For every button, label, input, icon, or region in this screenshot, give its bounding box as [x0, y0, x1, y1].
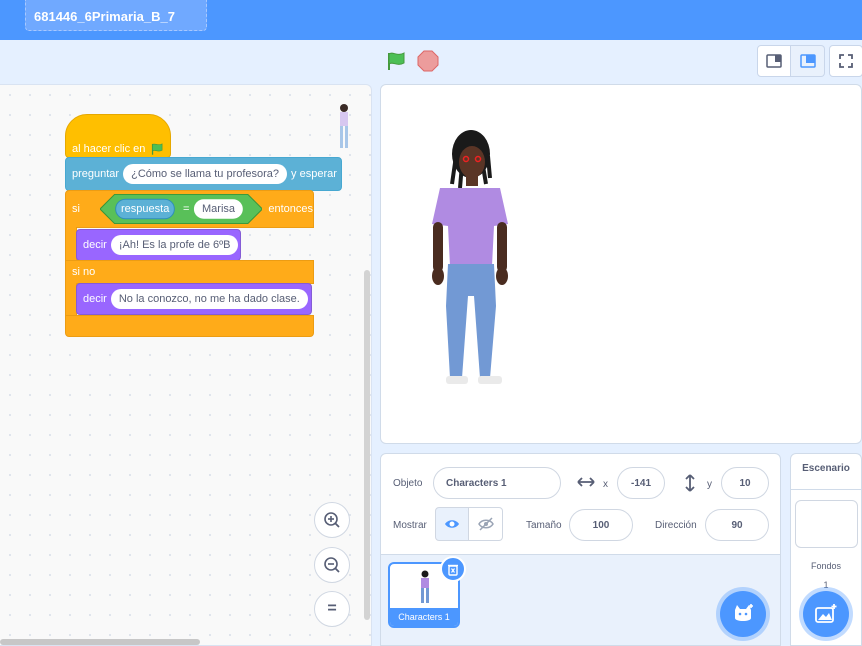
small-stage-button[interactable]: [757, 45, 791, 77]
say-then-label: decir: [83, 239, 107, 251]
zoom-out-icon: [324, 557, 340, 573]
backdrop-thumbnail[interactable]: [795, 500, 858, 548]
sprite-name-label: Objeto: [393, 478, 423, 489]
zoom-in-button[interactable]: [314, 502, 350, 538]
green-flag-icon: [388, 52, 405, 70]
direction-input[interactable]: 90: [705, 509, 769, 541]
sprite-tile-thumbnail: [421, 570, 429, 603]
sprite-tile-name: Characters 1: [390, 608, 458, 626]
if-label: si: [72, 203, 80, 215]
stage-title: Escenario: [802, 463, 850, 474]
x-arrows-icon: [577, 477, 595, 487]
then-label: entonces: [268, 203, 313, 215]
ask-question-input[interactable]: ¿Cómo se llama tu profesora?: [123, 164, 288, 184]
stop-button[interactable]: [417, 50, 439, 72]
image-plus-icon: [815, 604, 837, 623]
visibility-toggle: [435, 507, 503, 541]
zoom-in-icon: [324, 512, 340, 528]
project-title-input[interactable]: 681446_6Primaria_B_7: [25, 0, 207, 31]
when-flag-clicked-label: al hacer clic en: [72, 143, 146, 155]
y-position-input[interactable]: 10: [721, 467, 769, 499]
code-horizontal-scrollbar[interactable]: [0, 639, 200, 645]
cat-plus-icon: [735, 604, 753, 621]
add-backdrop-button[interactable]: [803, 591, 849, 637]
green-flag-icon: [152, 143, 163, 155]
size-input[interactable]: 100: [569, 509, 633, 541]
ask-and-wait-block[interactable]: preguntar ¿Cómo se llama tu profesora? y…: [65, 157, 342, 191]
sprite-name-input[interactable]: Characters 1: [433, 467, 561, 499]
y-arrows-icon: [685, 474, 695, 492]
eye-icon: [445, 520, 459, 528]
size-label: Tamaño: [526, 520, 562, 531]
fullscreen-button[interactable]: [829, 45, 862, 77]
add-sprite-button[interactable]: [720, 591, 766, 637]
say-block-then[interactable]: decir ¡Ah! Es la profe de 6ºB: [76, 229, 241, 261]
show-sprite-button[interactable]: [435, 507, 469, 541]
show-label: Mostrar: [393, 520, 427, 531]
backdrops-count: 1: [823, 580, 829, 590]
stage-layout-controls: [757, 45, 862, 77]
character-sprite[interactable]: [422, 126, 518, 386]
direction-label: Dirección: [655, 520, 697, 531]
trash-icon: [448, 564, 458, 576]
zoom-reset-button[interactable]: =: [314, 591, 350, 627]
if-else-block[interactable]: si entonces: [65, 190, 314, 228]
equals-sign: =: [183, 203, 190, 215]
stop-icon: [417, 50, 439, 72]
y-label: y: [707, 479, 712, 490]
normal-stage-icon: [799, 54, 816, 68]
delete-sprite-button[interactable]: [440, 556, 466, 582]
ask-suffix-label: y esperar: [291, 168, 337, 180]
when-flag-clicked-block[interactable]: al hacer clic en: [65, 114, 171, 158]
say-then-input[interactable]: ¡Ah! Es la profe de 6ºB: [110, 235, 239, 255]
eye-slash-icon: [477, 517, 494, 531]
stage-separator: [790, 489, 862, 490]
say-else-input[interactable]: No la conozco, no me ha dado clase.: [110, 289, 308, 309]
zoom-out-button[interactable]: [314, 547, 350, 583]
normal-stage-button[interactable]: [791, 45, 825, 77]
hide-sprite-button[interactable]: [469, 507, 503, 541]
x-position-input[interactable]: -141: [617, 467, 665, 499]
backdrops-label: Fondos: [810, 561, 842, 571]
else-section: si no: [65, 260, 314, 284]
x-label: x: [603, 479, 608, 490]
if-else-bottom-arm: [65, 315, 314, 337]
small-stage-icon: [766, 54, 782, 68]
say-block-else[interactable]: decir No la conozco, no me ha dado clase…: [76, 283, 312, 315]
fullscreen-icon: [839, 54, 853, 68]
answer-reporter[interactable]: respuesta: [121, 203, 169, 215]
else-label: si no: [72, 266, 96, 278]
say-else-label: decir: [83, 293, 107, 305]
current-sprite-thumbnail: [340, 104, 348, 148]
compare-value-input[interactable]: Marisa: [202, 203, 235, 215]
ask-label: preguntar: [72, 168, 120, 180]
code-vertical-scrollbar[interactable]: [364, 270, 370, 620]
green-flag-button[interactable]: [385, 50, 407, 72]
